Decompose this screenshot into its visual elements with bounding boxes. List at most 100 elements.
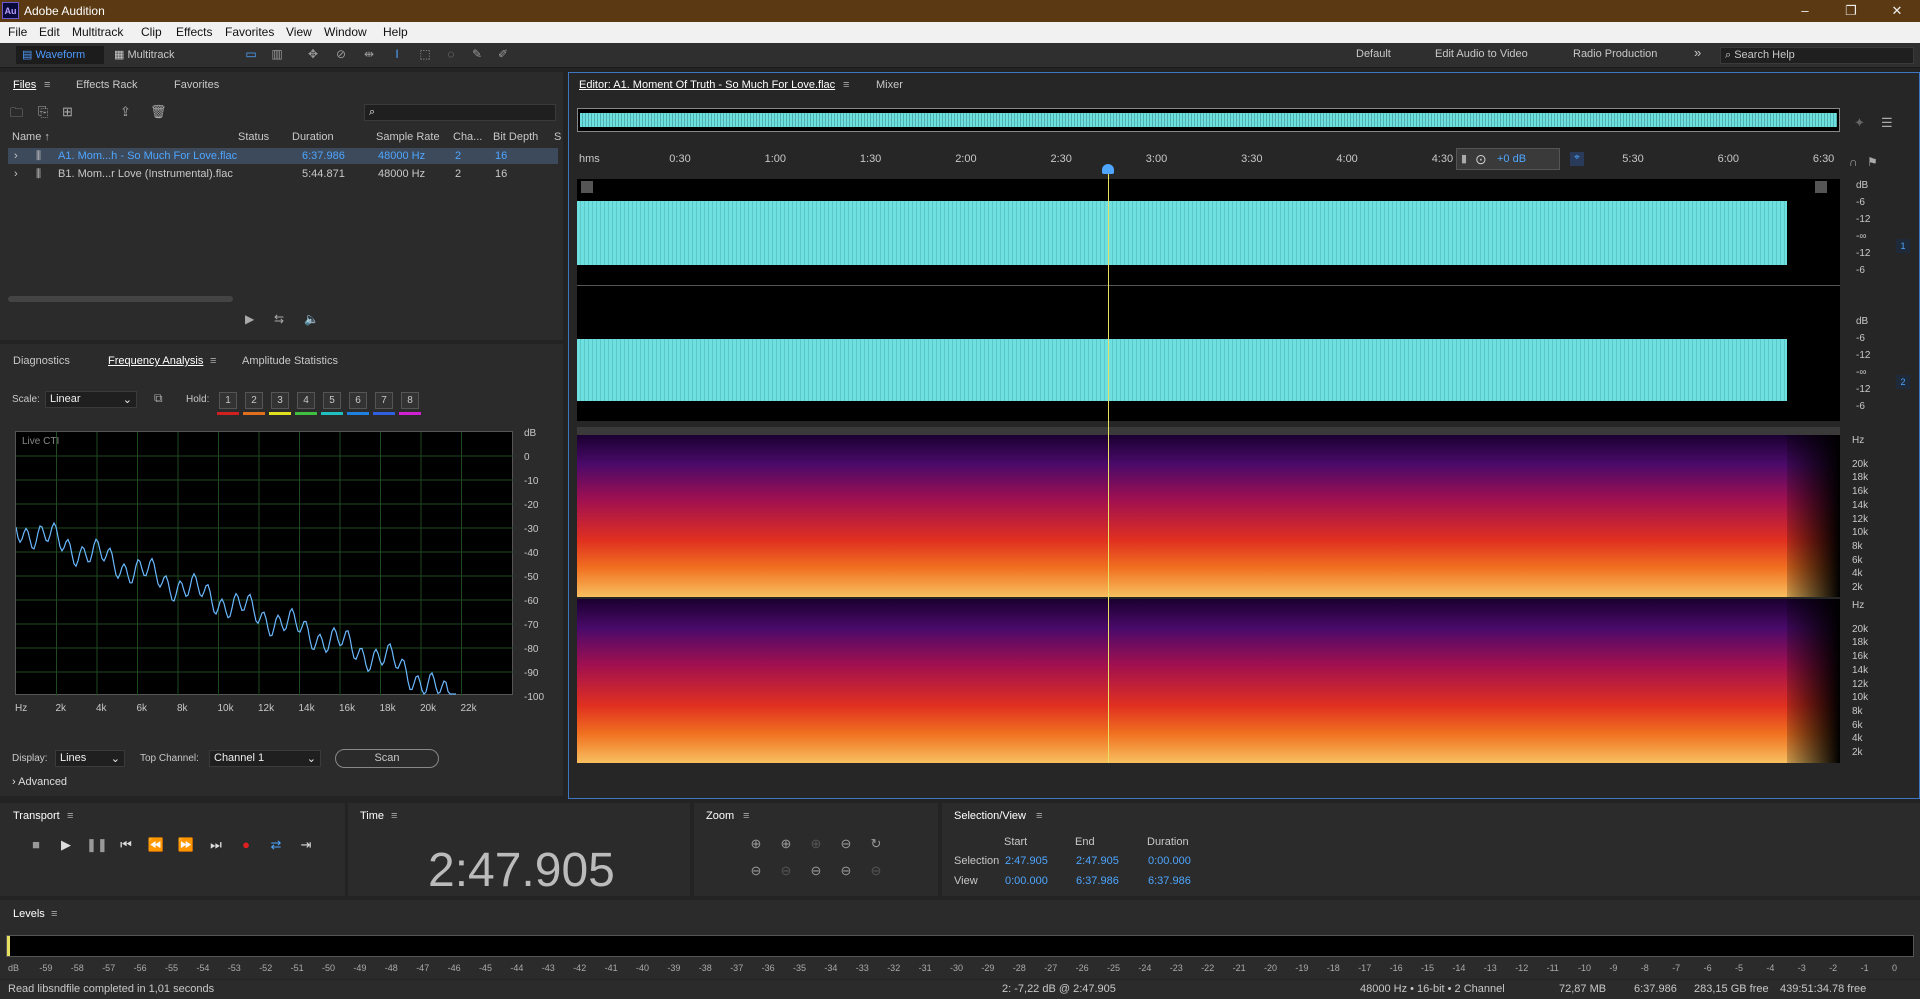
tab-effects-rack[interactable]: Effects Rack bbox=[76, 79, 138, 91]
slip-tool-icon[interactable]: ⇹ bbox=[360, 47, 378, 63]
hold-button-3[interactable]: 3 bbox=[271, 392, 289, 409]
zoom-out-time-icon[interactable]: ⊖ bbox=[866, 863, 886, 879]
delete-file-icon[interactable]: 🗑 bbox=[150, 104, 167, 120]
zoom-out-full-icon[interactable]: ⊖ bbox=[836, 836, 856, 852]
marker-icon[interactable]: ⚑ bbox=[1867, 155, 1878, 169]
tab-diagnostics[interactable]: Diagnostics bbox=[13, 355, 70, 367]
fade-in-handle[interactable] bbox=[581, 181, 593, 193]
col-status[interactable]: Status bbox=[238, 131, 269, 143]
hold-button-1[interactable]: 1 bbox=[219, 392, 237, 409]
workspace-edit-audio-to-video[interactable]: Edit Audio to Video bbox=[1435, 48, 1528, 60]
insert-into-multitrack-icon[interactable]: ⇪ bbox=[120, 104, 131, 120]
hold-button-7[interactable]: 7 bbox=[375, 392, 393, 409]
move-tool-icon[interactable]: ✥ bbox=[304, 47, 322, 63]
restore-button[interactable]: ❐ bbox=[1836, 3, 1866, 19]
editor-menu-icon[interactable]: ≡ bbox=[843, 79, 849, 91]
pin-icon[interactable]: ⌖ bbox=[1570, 152, 1584, 166]
lasso-tool-icon[interactable]: ◌ bbox=[442, 47, 460, 63]
waveform-channel-2[interactable] bbox=[577, 315, 1840, 421]
workspace-radio-production[interactable]: Radio Production bbox=[1573, 48, 1657, 60]
hud-icon[interactable]: ☰ bbox=[1881, 115, 1893, 131]
selection-duration[interactable]: 0:00.000 bbox=[1148, 855, 1191, 867]
loop-preview-icon[interactable]: ⇆ bbox=[274, 312, 284, 326]
col-name[interactable]: Name ↑ bbox=[12, 131, 50, 143]
scale-dropdown[interactable]: Linear ⌄ bbox=[45, 391, 137, 408]
gain-hud[interactable]: ▮ ⊙ +0 dB bbox=[1456, 148, 1560, 170]
menu-help[interactable]: Help bbox=[383, 25, 408, 39]
tab-amplitude-statistics[interactable]: Amplitude Statistics bbox=[242, 355, 338, 367]
multitrack-view-button[interactable]: ▦ Multitrack bbox=[108, 46, 198, 64]
waveform-channel-1[interactable] bbox=[577, 179, 1840, 285]
menu-file[interactable]: File bbox=[8, 25, 27, 39]
zoom-menu-icon[interactable]: ≡ bbox=[743, 810, 749, 822]
zoom-fit-icon[interactable]: ✦ bbox=[1854, 115, 1865, 131]
minimize-button[interactable]: – bbox=[1790, 3, 1820, 18]
zoom-reset-icon[interactable]: ↻ bbox=[866, 836, 886, 852]
files-menu-icon[interactable]: ≡ bbox=[44, 79, 50, 91]
file-row[interactable]: › ⫼ A1. Mom...h - So Much For Love.flac … bbox=[8, 148, 558, 164]
top-channel-dropdown[interactable]: Channel 1 ⌄ bbox=[209, 750, 321, 767]
new-file-icon[interactable]: ⊞ bbox=[62, 104, 73, 120]
zoom-in-amplitude-icon[interactable]: ⊕ bbox=[746, 836, 766, 852]
tab-files[interactable]: Files bbox=[13, 79, 36, 91]
copy-icon[interactable]: ⧉ bbox=[154, 391, 163, 406]
col-s[interactable]: S bbox=[554, 131, 561, 143]
auto-play-icon[interactable]: 🔈 bbox=[304, 312, 319, 326]
open-file-icon[interactable]: 🗀 bbox=[10, 104, 23, 126]
overview-bar[interactable] bbox=[577, 108, 1840, 132]
spectral-display-icon[interactable]: ▥ bbox=[268, 47, 286, 63]
workspace-default[interactable]: Default bbox=[1356, 48, 1391, 60]
hold-button-6[interactable]: 6 bbox=[349, 392, 367, 409]
previous-icon[interactable]: ⏮ bbox=[116, 837, 136, 853]
playhead[interactable] bbox=[1108, 169, 1109, 763]
import-file-icon[interactable]: ⎘ bbox=[38, 104, 48, 120]
menu-window[interactable]: Window bbox=[324, 25, 367, 39]
menu-effects[interactable]: Effects bbox=[176, 25, 212, 39]
gain-knob-icon[interactable]: ⊙ bbox=[1475, 151, 1487, 168]
loop-icon[interactable]: ⇄ bbox=[266, 837, 286, 853]
menu-favorites[interactable]: Favorites bbox=[225, 25, 274, 39]
zoom-in-time-icon[interactable]: ⊕ bbox=[776, 836, 796, 852]
zoom-right-edge-icon[interactable]: ⊖ bbox=[836, 863, 856, 879]
time-menu-icon[interactable]: ≡ bbox=[391, 810, 397, 822]
col-sample-rate[interactable]: Sample Rate bbox=[376, 131, 440, 143]
waveform-display-icon[interactable]: ▭ bbox=[242, 47, 260, 63]
transport-menu-icon[interactable]: ≡ bbox=[67, 810, 73, 822]
next-icon[interactable]: ⏭ bbox=[206, 837, 226, 853]
view-duration[interactable]: 6:37.986 bbox=[1148, 875, 1191, 887]
time-selection-tool-icon[interactable]: I bbox=[388, 47, 406, 63]
tab-favorites[interactable]: Favorites bbox=[174, 79, 219, 91]
search-help-field[interactable]: ⌕ Search Help bbox=[1720, 47, 1914, 64]
hold-button-2[interactable]: 2 bbox=[245, 392, 263, 409]
fade-out-handle[interactable] bbox=[1815, 181, 1827, 193]
spectrogram-channel-1[interactable] bbox=[577, 435, 1840, 597]
analysis-menu-icon[interactable]: ≡ bbox=[210, 355, 216, 367]
zoom-to-selection-icon[interactable]: ⊖ bbox=[776, 863, 796, 879]
view-end[interactable]: 6:37.986 bbox=[1076, 875, 1119, 887]
close-button[interactable]: ✕ bbox=[1882, 3, 1912, 19]
channel-1-toggle[interactable]: 1 bbox=[1896, 239, 1910, 253]
pause-icon[interactable]: ❚❚ bbox=[86, 837, 108, 853]
selection-end[interactable]: 2:47.905 bbox=[1076, 855, 1119, 867]
spot-healing-tool-icon[interactable]: ✐ bbox=[494, 47, 512, 63]
hold-button-8[interactable]: 8 bbox=[401, 392, 419, 409]
selection-start[interactable]: 2:47.905 bbox=[1005, 855, 1048, 867]
zoom-left-edge-icon[interactable]: ⊖ bbox=[806, 863, 826, 879]
zoom-out-amplitude-icon[interactable]: ⊖ bbox=[746, 863, 766, 879]
rewind-icon[interactable]: ⏪ bbox=[146, 837, 166, 853]
col-channels[interactable]: Cha... bbox=[453, 131, 482, 143]
view-start[interactable]: 0:00.000 bbox=[1005, 875, 1048, 887]
menu-edit[interactable]: Edit bbox=[39, 25, 60, 39]
menu-view[interactable]: View bbox=[286, 25, 312, 39]
channel-2-toggle[interactable]: 2 bbox=[1896, 375, 1910, 389]
headphones-icon[interactable]: ∩ bbox=[1849, 155, 1858, 169]
marquee-tool-icon[interactable]: ⬚ bbox=[416, 47, 434, 63]
hold-button-5[interactable]: 5 bbox=[323, 392, 341, 409]
files-search-input[interactable]: ⌕ bbox=[364, 104, 556, 121]
record-icon[interactable]: ● bbox=[236, 837, 256, 852]
more-workspaces-icon[interactable]: » bbox=[1694, 45, 1701, 60]
spectrogram-channel-2[interactable] bbox=[577, 599, 1840, 763]
col-bit-depth[interactable]: Bit Depth bbox=[493, 131, 538, 143]
advanced-toggle[interactable]: › Advanced bbox=[12, 776, 67, 788]
playhead-handle[interactable] bbox=[1102, 164, 1114, 174]
